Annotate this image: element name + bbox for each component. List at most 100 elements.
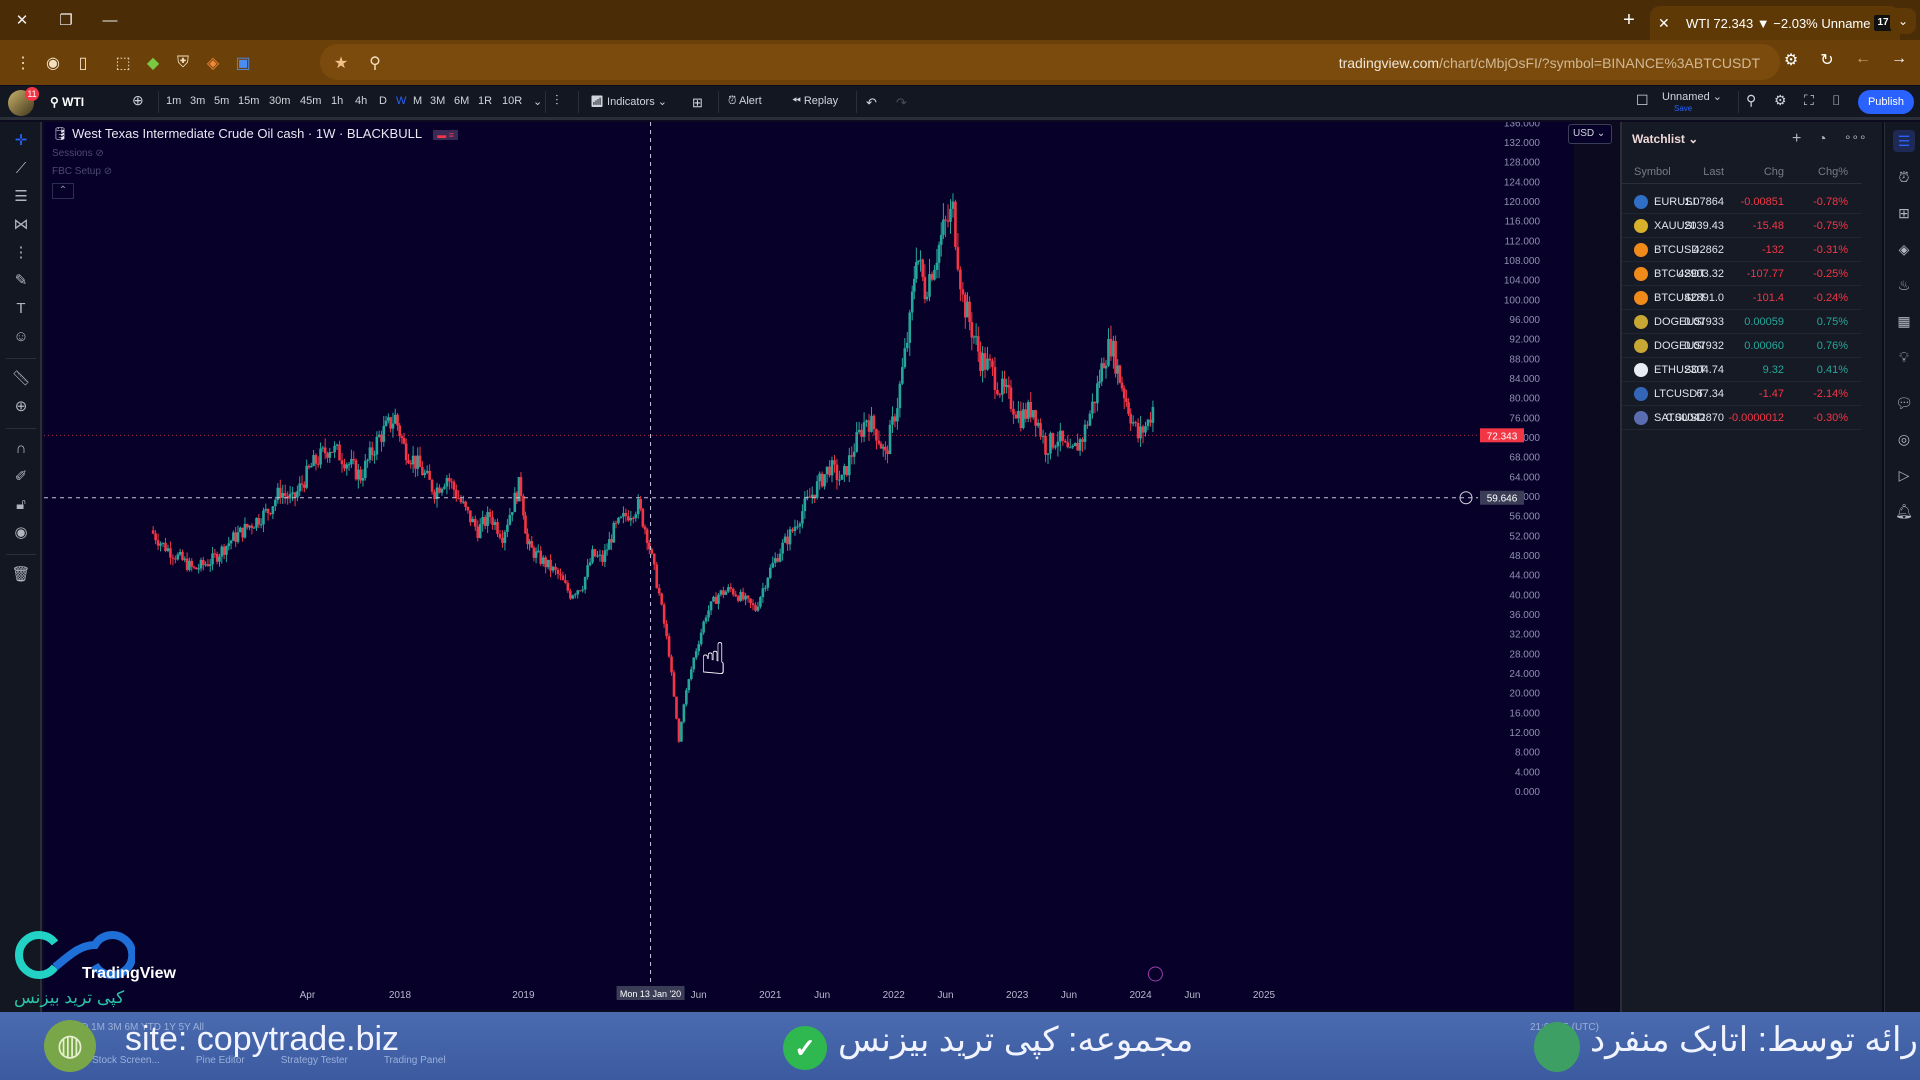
menu-dots-icon[interactable]: ⋮ <box>8 48 38 78</box>
metamask-extension-icon[interactable]: ◈ <box>198 48 228 78</box>
extensions-icon[interactable]: ⬚ <box>108 48 138 78</box>
interval-1m[interactable]: 1m <box>166 95 181 107</box>
fbc-setup-indicator[interactable]: FBC Setup ⊘ <box>52 166 112 177</box>
alerts-clock-icon[interactable]: ⏰︎ <box>1893 166 1915 188</box>
col-chgp[interactable]: Chg% <box>1818 166 1848 178</box>
chart-legend-title[interactable]: 🛢︎ West Texas Intermediate Crude Oil cas… <box>52 126 458 142</box>
translate-extension-icon[interactable]: ▣ <box>228 48 258 78</box>
streams-icon[interactable]: ◎ <box>1893 428 1915 450</box>
col-symbol[interactable]: Symbol <box>1634 166 1671 178</box>
sessions-indicator[interactable]: Sessions ⊘ <box>52 148 104 159</box>
profile-avatar-icon[interactable]: ◉ <box>38 48 68 78</box>
interval-15m[interactable]: 15m <box>238 95 259 107</box>
watchlist-row[interactable]: DOGEUSI 0.07932 0.00060 0.76% <box>1622 334 1862 358</box>
interval-dropdown-icon[interactable]: ⌄ <box>533 95 542 108</box>
interval-D[interactable]: D <box>379 95 387 107</box>
restore-window-button[interactable]: ❐ <box>44 0 88 40</box>
trend-line-icon[interactable]: ⟋ <box>8 156 34 182</box>
snapshot-camera-icon[interactable]: ⌷ <box>1832 92 1840 109</box>
interval-10R[interactable]: 10R <box>502 95 522 107</box>
col-last[interactable]: Last <box>1703 166 1724 178</box>
lock-icon[interactable]: 🔓︎ <box>8 492 34 518</box>
prediction-tools-icon[interactable]: ⋮ <box>8 240 34 266</box>
interval-1h[interactable]: 1h <box>331 95 343 107</box>
ruler-icon[interactable]: 📏︎ <box>8 366 34 392</box>
sidebar-icon[interactable]: ▯ <box>68 48 98 78</box>
multi-layout-icon[interactable]: ☐ <box>1636 92 1649 109</box>
url-text[interactable]: tradingview.com/chart/cMbjOsFI/?symbol=B… <box>1339 55 1760 71</box>
watchlist-row[interactable]: DOGEUSI 0.07933 0.00059 0.75% <box>1622 310 1862 334</box>
magnet-icon[interactable]: ∩ <box>8 436 34 462</box>
trash-icon[interactable]: 🗑︎ <box>8 562 34 588</box>
brush-icon[interactable]: ✎ <box>8 268 34 294</box>
notifications-bell-icon[interactable]: 🔔︎ <box>1893 500 1915 522</box>
watchlist-row[interactable]: LTCUSDT 67.34 -1.47 -2.14% <box>1622 382 1862 406</box>
site-settings-icon[interactable]: ⚙ <box>1780 50 1802 70</box>
tab-search-button[interactable]: ⌄ <box>1890 8 1916 34</box>
quick-search-icon[interactable]: ⚲ <box>1746 92 1756 109</box>
currency-select[interactable]: USD ⌄ <box>1568 124 1612 144</box>
watchlist-row[interactable]: BTCUSDT 42891.0 -101.4 -0.24% <box>1622 286 1862 310</box>
interval-45m[interactable]: 45m <box>300 95 321 107</box>
watchlist-icon[interactable]: ☰ <box>1893 130 1915 152</box>
hidden-eye-icon[interactable]: ⊘ <box>104 166 112 177</box>
interval-W[interactable]: W <box>396 95 406 107</box>
fullscreen-icon[interactable]: ⛶ <box>1804 92 1814 109</box>
close-tab-icon[interactable]: ✕ <box>1658 15 1678 32</box>
interval-1R[interactable]: 1R <box>478 95 492 107</box>
publish-button[interactable]: Publish <box>1858 90 1914 114</box>
new-tab-button[interactable]: + <box>1616 8 1642 32</box>
candlestick-chart[interactable]: 136.000 132.000 128.000 124.000 120.000 116.0… <box>44 122 1574 1010</box>
object-tree-icon[interactable]: ⊞ <box>1893 202 1915 224</box>
compare-symbol-icon[interactable]: ⊕ <box>132 92 144 109</box>
minimize-window-button[interactable]: — <box>88 0 132 40</box>
settings-gear-icon[interactable]: ⚙ <box>1774 92 1787 109</box>
hidden-eye-icon[interactable]: ⊘ <box>95 148 103 159</box>
calendar-icon[interactable]: ▦ <box>1893 310 1915 332</box>
collapse-legend-button[interactable]: ⌃ <box>52 183 74 199</box>
undo-icon[interactable]: ↶ <box>866 95 877 111</box>
layers-icon[interactable]: ◈ <box>1893 238 1915 260</box>
close-window-button[interactable]: ✕ <box>0 0 44 40</box>
hotlists-flame-icon[interactable]: ♨ <box>1893 274 1915 296</box>
interval-3M[interactable]: 3M <box>430 95 445 107</box>
ideas-bulb-icon[interactable]: 💡︎ <box>1893 346 1915 368</box>
watchlist-row[interactable]: BTCUSDT 42903.32 -107.77 -0.25% <box>1622 262 1862 286</box>
forward-icon[interactable]: → <box>1888 50 1910 70</box>
symbol-search[interactable]: ⚲ WTI <box>50 95 84 109</box>
interval-M[interactable]: M <box>413 95 422 107</box>
reload-icon[interactable]: ↻ <box>1816 50 1838 70</box>
col-chg[interactable]: Chg <box>1764 166 1784 178</box>
redo-icon[interactable]: ↷ <box>896 95 907 111</box>
save-label[interactable]: Save <box>1674 104 1692 113</box>
watchlist-row[interactable]: ETHUSDT 2304.74 9.32 0.41% <box>1622 358 1862 382</box>
layout-name[interactable]: Unnamed ⌄ <box>1662 90 1722 103</box>
fib-retracement-icon[interactable]: ☰ <box>8 184 34 210</box>
watchlist-title[interactable]: Watchlist ⌄ <box>1632 132 1698 146</box>
broadcast-play-icon[interactable]: ▷ <box>1893 464 1915 486</box>
emoji-icon[interactable]: ☺ <box>8 324 34 350</box>
alert-button[interactable]: ⏰︎ Alert <box>728 95 762 108</box>
hide-drawings-eye-icon[interactable]: ◉ <box>8 520 34 546</box>
templates-icon[interactable]: ⊞ <box>692 95 703 111</box>
watchlist-row[interactable]: XAUUSI 2039.43 -15.48 -0.75% <box>1622 214 1862 238</box>
bookmark-star-icon[interactable]: ★ <box>326 48 356 78</box>
interval-30m[interactable]: 30m <box>269 95 290 107</box>
chats-icon[interactable]: 💬︎ <box>1893 392 1915 414</box>
more-options-icon[interactable]: ∘∘∘ <box>1844 130 1867 144</box>
chart-type-icon[interactable]: ⫶ <box>555 92 559 109</box>
replay-button[interactable]: ⏪︎ Replay <box>792 95 838 108</box>
interval-4h[interactable]: 4h <box>355 95 367 107</box>
watchlist-row[interactable]: BTCUSD 42862 -132 -0.31% <box>1622 238 1862 262</box>
downloader-extension-icon[interactable]: ◆ <box>138 48 168 78</box>
crosshair-icon[interactable]: ✛ <box>8 128 34 154</box>
back-icon[interactable]: ← <box>1852 50 1874 70</box>
pattern-icon[interactable]: ⋈ <box>8 212 34 238</box>
interval-6M[interactable]: 6M <box>454 95 469 107</box>
interval-5m[interactable]: 5m <box>214 95 229 107</box>
watchlist-row[interactable]: SATSUSD 0.00042870 -0.0000012 -0.30% <box>1622 406 1862 430</box>
stay-in-drawing-mode-icon[interactable]: ✐ <box>8 464 34 490</box>
zoom-in-icon[interactable]: ⊕ <box>8 394 34 420</box>
advanced-view-icon[interactable]: ◔ <box>1818 130 1826 146</box>
indicators-button[interactable]: 📶︎ Indicators ⌄ <box>590 95 667 108</box>
